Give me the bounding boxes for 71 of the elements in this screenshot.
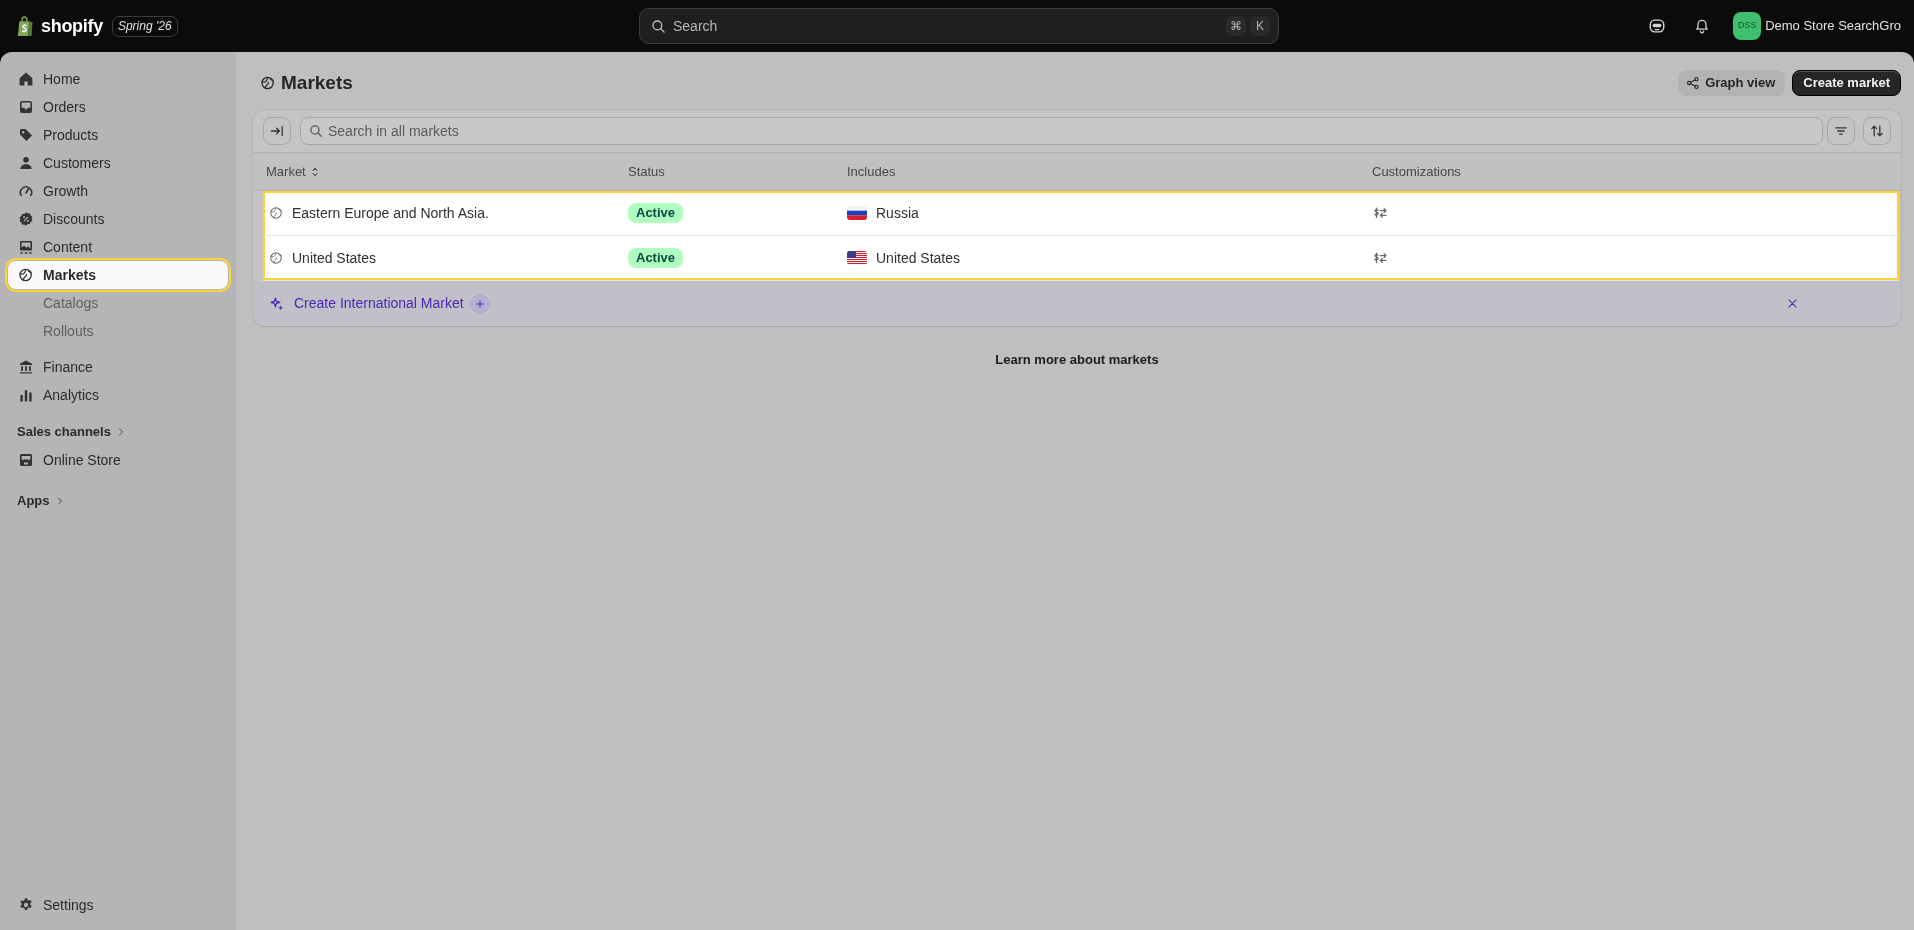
collapse-button[interactable] — [263, 117, 291, 145]
flag-icon — [847, 251, 867, 265]
country-name: Russia — [876, 203, 919, 223]
tag-icon — [18, 127, 34, 143]
create-market-button[interactable]: Create market — [1792, 70, 1901, 96]
column-header: Customizations — [1372, 162, 1461, 181]
section-heading[interactable]: Sales channels — [8, 418, 228, 446]
table-row[interactable]: Eastern Europe and North Asia. Active Russia — [263, 191, 1899, 236]
create-international-market-link[interactable]: Create International Market — [294, 293, 464, 314]
nav-item[interactable]: Discounts — [8, 205, 228, 233]
store-avatar: DSS — [1733, 12, 1762, 40]
nav-item[interactable]: Products — [8, 121, 228, 149]
edition-badge: Spring '26 — [111, 15, 178, 37]
close-icon[interactable] — [1786, 297, 1799, 310]
bank-icon — [18, 359, 34, 375]
status-badge: Active — [628, 248, 684, 268]
nav-item[interactable]: Settings — [8, 891, 228, 919]
storefront-icon — [18, 452, 34, 468]
currency-exchange-icon — [1372, 205, 1388, 221]
store-name[interactable]: Demo Store SearchGro — [1765, 16, 1901, 36]
nav-item[interactable]: Analytics — [8, 381, 228, 409]
sort-icon — [1869, 123, 1885, 139]
column-header[interactable]: Market — [266, 161, 321, 182]
logo-wordmark: shopify — [41, 14, 103, 38]
sparkle-icon — [269, 295, 285, 312]
globe-icon — [269, 206, 283, 220]
table-row[interactable]: United States Active United States — [263, 236, 1899, 281]
percent-badge-icon — [18, 211, 34, 227]
arrow-to-bar-icon — [269, 123, 285, 139]
filter-button[interactable] — [1827, 117, 1855, 145]
globe-icon — [18, 267, 34, 283]
globe-icon — [260, 75, 276, 91]
shopping-bag-icon — [17, 14, 33, 38]
search-icon — [309, 124, 323, 138]
page-title: Markets — [281, 71, 353, 95]
country-name: United States — [876, 248, 961, 268]
image-icon — [18, 239, 34, 255]
nav-item[interactable]: Online Store — [8, 446, 228, 474]
column-header: Includes — [847, 162, 896, 181]
search-icon — [651, 19, 666, 34]
globe-icon — [269, 251, 283, 265]
section-heading[interactable]: Apps — [8, 487, 228, 515]
search-field[interactable]: Search in all markets — [300, 117, 1823, 145]
nodes-icon — [1686, 76, 1701, 90]
robot-face-icon[interactable] — [1648, 17, 1667, 35]
status-badge: Active — [628, 203, 684, 223]
home-icon — [18, 71, 34, 87]
settings-icon — [18, 897, 34, 913]
inbox-icon — [18, 99, 34, 115]
sort-button[interactable] — [1863, 117, 1891, 145]
nav-item[interactable]: Growth — [8, 177, 228, 205]
plus-icon — [473, 297, 486, 310]
nav-item[interactable]: Finance — [8, 353, 228, 381]
market-name: Eastern Europe and North Asia. — [292, 203, 489, 223]
nav-item[interactable]: Markets — [8, 261, 228, 289]
learn-more-link[interactable]: Learn more about markets — [995, 350, 1159, 370]
person-icon — [18, 155, 34, 171]
notification-bell-icon[interactable] — [1694, 18, 1711, 34]
nav-item[interactable]: Home — [8, 65, 228, 93]
nav-item[interactable]: Customers — [8, 149, 228, 177]
bar-chart-icon — [18, 387, 34, 403]
market-name: United States — [292, 248, 377, 268]
currency-exchange-icon — [1372, 250, 1388, 266]
shortcut-key: ⌘ — [1226, 16, 1246, 36]
flag-icon — [847, 206, 867, 220]
graph-view-button[interactable]: Graph view — [1678, 70, 1786, 96]
nav-item[interactable]: Orders — [8, 93, 228, 121]
column-header: Status — [628, 162, 665, 181]
shortcut-key: K — [1250, 16, 1270, 36]
nav-item[interactable]: Content — [8, 233, 228, 261]
gauge-icon — [18, 183, 34, 199]
